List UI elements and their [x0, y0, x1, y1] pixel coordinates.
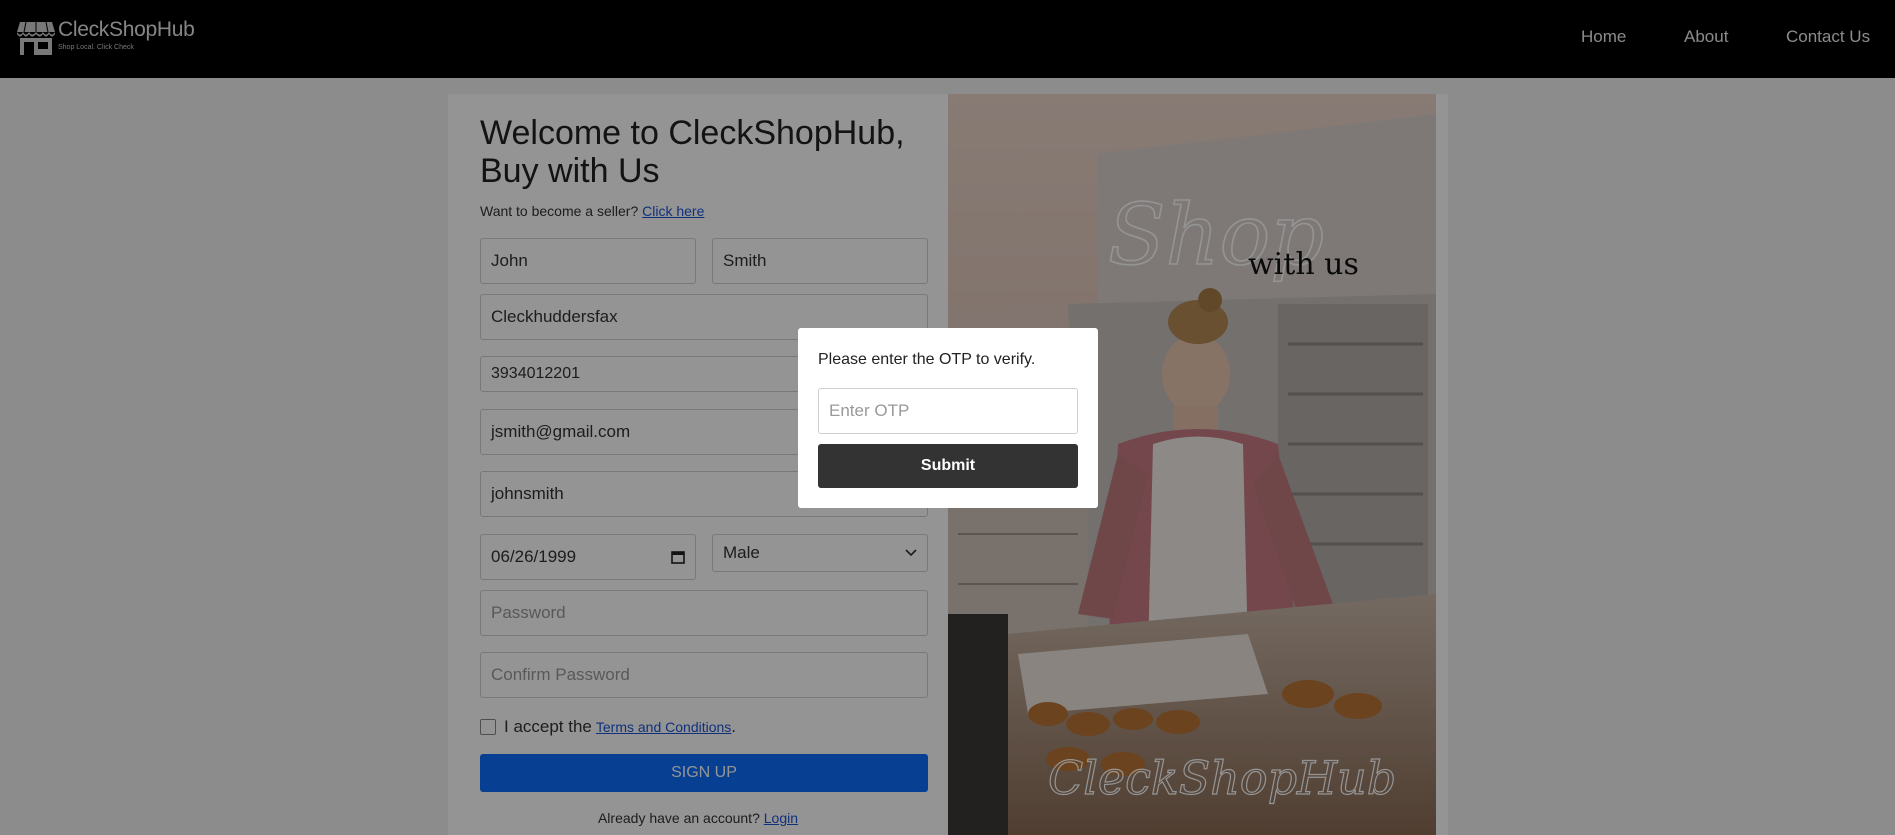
otp-input[interactable]: Enter OTP: [818, 388, 1078, 434]
otp-submit-button[interactable]: Submit: [818, 444, 1078, 488]
otp-message: Please enter the OTP to verify.: [818, 351, 1036, 368]
otp-modal: Please enter the OTP to verify. Enter OT…: [798, 328, 1098, 508]
